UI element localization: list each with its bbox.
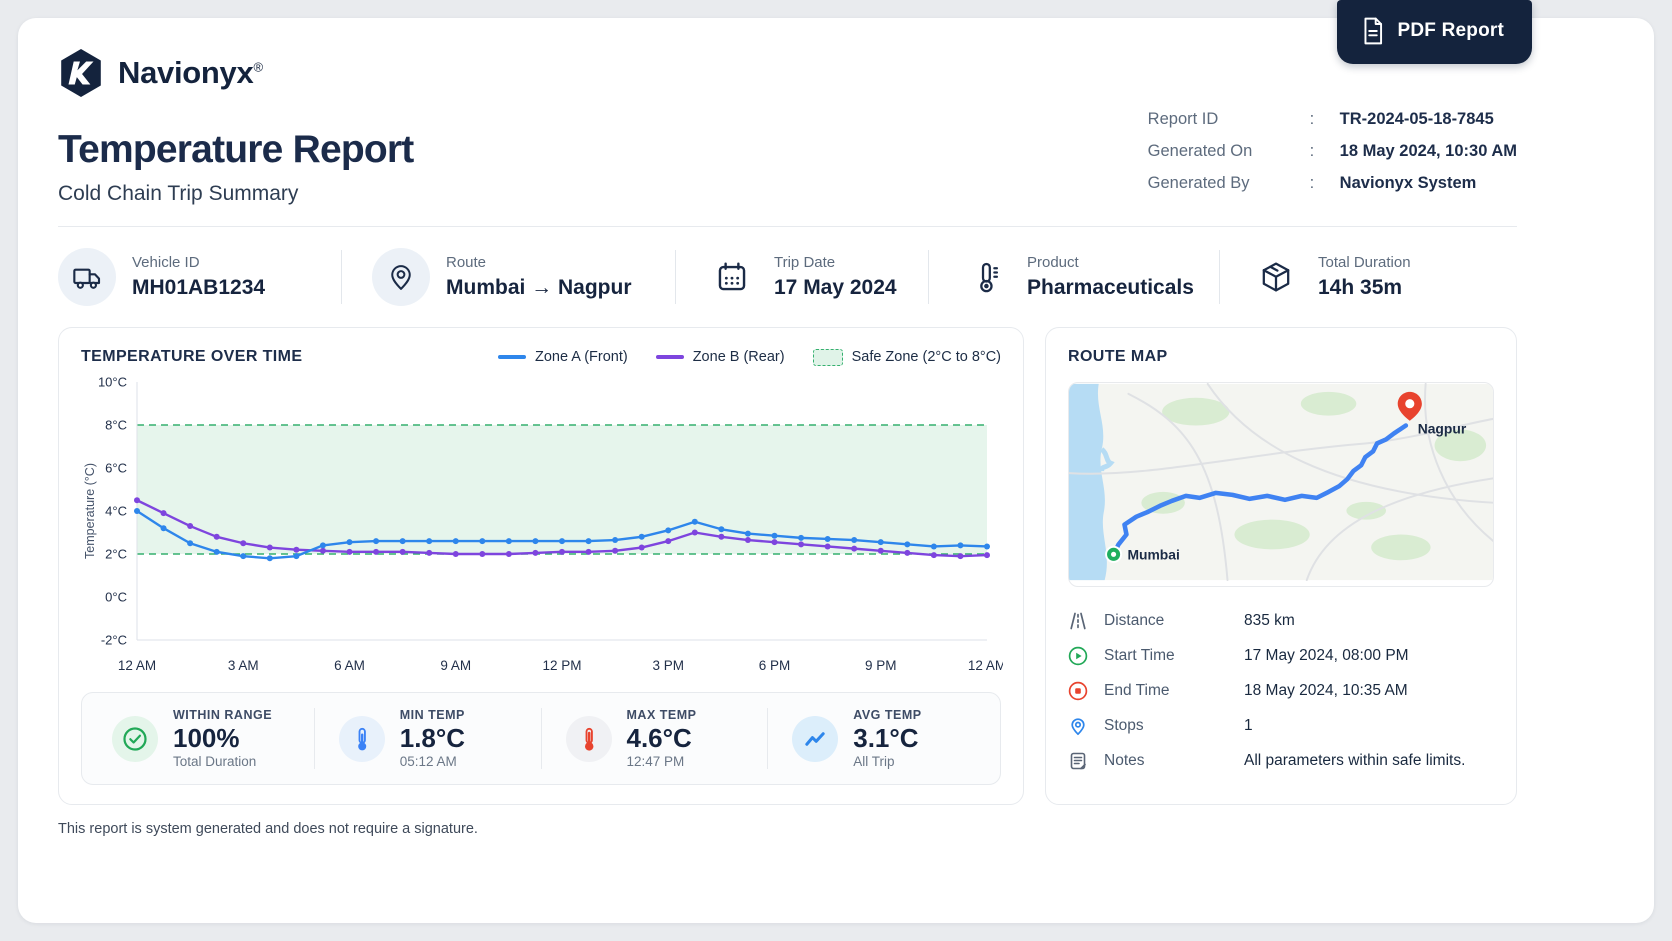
trip-info-vehicle: Vehicle ID MH01AB1234 bbox=[58, 248, 341, 306]
footer-disclaimer: This report is system generated and does… bbox=[58, 821, 478, 837]
play-circle-icon bbox=[1068, 646, 1088, 665]
detail-end-time: End Time 18 May 2024, 10:35 AM bbox=[1068, 673, 1494, 708]
route-value: Mumbai → Nagpur bbox=[446, 276, 632, 299]
meta-row-generated-by: Generated By : Navionyx System bbox=[1147, 174, 1477, 192]
product-value: Pharmaceuticals bbox=[1027, 276, 1194, 299]
safe-zone-swatch bbox=[812, 348, 843, 366]
detail-distance: Distance 835 km bbox=[1068, 603, 1494, 638]
zone-b-swatch bbox=[655, 355, 684, 359]
generated-on-value: 18 May 2024, 10:30 AM bbox=[1339, 142, 1517, 160]
report-header: Navionyx® Temperature Report Cold Chain … bbox=[58, 48, 1517, 226]
route-map-panel: ROUTE MAP Mumbai Nagpur Distance 835 km … bbox=[1045, 327, 1517, 805]
report-page: Navionyx® Temperature Report Cold Chain … bbox=[18, 18, 1654, 923]
min-temp-value: 1.8°C bbox=[399, 723, 466, 753]
package-icon bbox=[1262, 262, 1290, 292]
pdf-report-label: PDF Report bbox=[1397, 20, 1504, 41]
meta-row-report-id: Report ID : TR-2024-05-18-7845 bbox=[1147, 110, 1494, 128]
map-pin-icon bbox=[391, 265, 411, 290]
generated-by-value: Navionyx System bbox=[1339, 174, 1477, 192]
pin-icon bbox=[1071, 717, 1085, 735]
report-id-value: TR-2024-05-18-7845 bbox=[1339, 110, 1494, 128]
trip-info-route: Route Mumbai → Nagpur bbox=[342, 248, 675, 306]
stat-max-temp: MAX TEMP 4.6°C 12:47 PM bbox=[540, 708, 768, 770]
svg-text:10°C: 10°C bbox=[98, 375, 127, 390]
map-start-label: Mumbai bbox=[1127, 546, 1179, 562]
trip-info-duration: Total Duration 14h 35m bbox=[1220, 251, 1470, 303]
total-duration-value: 14h 35m bbox=[1318, 276, 1403, 299]
page-title: Temperature Report bbox=[58, 128, 414, 171]
thermometer-cold-icon bbox=[357, 727, 366, 750]
stop-circle-icon bbox=[1068, 681, 1088, 700]
start-dot-icon bbox=[1105, 545, 1123, 563]
stat-avg-temp: AVG TEMP 3.1°C All Trip bbox=[767, 708, 994, 770]
stat-within-range: WITHIN RANGE 100% Total Duration bbox=[88, 708, 314, 769]
svg-text:-2°C: -2°C bbox=[101, 633, 127, 648]
trip-info-bar: Vehicle ID MH01AB1234 Route Mumbai → Nag… bbox=[58, 227, 1517, 327]
svg-text:4°C: 4°C bbox=[105, 504, 127, 519]
brand: Navionyx® bbox=[58, 48, 413, 98]
legend-safe-zone[interactable]: Safe Zone (2°C to 8°C) bbox=[812, 348, 1001, 366]
route-map-image: Mumbai Nagpur bbox=[1069, 383, 1493, 582]
svg-text:3 AM: 3 AM bbox=[228, 658, 259, 673]
svg-text:2°C: 2°C bbox=[105, 547, 127, 562]
svg-text:9 PM: 9 PM bbox=[865, 658, 897, 673]
detail-stops: Stops 1 bbox=[1068, 708, 1494, 743]
svg-text:6 AM: 6 AM bbox=[334, 658, 365, 673]
trip-info-product: Product Pharmaceuticals bbox=[929, 251, 1219, 303]
vehicle-id-value: MH01AB1234 bbox=[132, 276, 266, 299]
brand-name: Navionyx® bbox=[118, 55, 263, 90]
road-icon bbox=[1070, 612, 1086, 629]
notes-icon bbox=[1070, 752, 1086, 769]
temperature-line-chart: 10°C 8°C 6°C 4°C 2°C 0°C -2°C Temperature (°C) 1… bbox=[83, 375, 1003, 674]
chart-title: TEMPERATURE OVER TIME bbox=[81, 348, 303, 365]
chart-legend: Zone A (Front) Zone B (Rear) Safe Zone (… bbox=[498, 348, 1001, 366]
registered-mark: ® bbox=[253, 59, 263, 75]
svg-text:9 AM: 9 AM bbox=[440, 658, 471, 673]
pdf-report-button[interactable]: PDF Report bbox=[1336, 0, 1532, 64]
trip-info-date: Trip Date 17 May 2024 bbox=[676, 251, 928, 303]
distance-value: 835 km bbox=[1244, 611, 1295, 629]
meta-row-generated-on: Generated On : 18 May 2024, 10:30 AM bbox=[1147, 142, 1517, 160]
stops-value: 1 bbox=[1244, 716, 1253, 734]
route-map-title: ROUTE MAP bbox=[1068, 348, 1168, 365]
pdf-document-icon bbox=[1363, 17, 1382, 45]
page-subtitle: Cold Chain Trip Summary bbox=[58, 182, 299, 205]
map-end-label: Nagpur bbox=[1418, 420, 1467, 436]
svg-text:0°C: 0°C bbox=[105, 590, 127, 605]
zone-a-swatch bbox=[498, 355, 527, 359]
start-time-value: 17 May 2024, 08:00 PM bbox=[1244, 646, 1409, 664]
max-temp-value: 4.6°C bbox=[626, 723, 692, 753]
navionyx-logo-icon bbox=[61, 49, 101, 97]
trip-stats-bar: WITHIN RANGE 100% Total Duration MIN TEM… bbox=[81, 692, 1001, 786]
route-details: Distance 835 km Start Time 17 May 2024, … bbox=[1068, 603, 1494, 778]
check-circle-icon bbox=[123, 726, 147, 751]
legend-zone-b[interactable]: Zone B (Rear) bbox=[655, 349, 785, 365]
end-time-value: 18 May 2024, 10:35 AM bbox=[1244, 681, 1408, 699]
svg-text:12 PM: 12 PM bbox=[542, 658, 581, 673]
detail-start-time: Start Time 17 May 2024, 08:00 PM bbox=[1068, 638, 1494, 673]
svg-text:3 PM: 3 PM bbox=[652, 658, 684, 673]
temperature-chart-panel: TEMPERATURE OVER TIME Zone A (Front) Zon… bbox=[58, 327, 1024, 805]
stat-min-temp: MIN TEMP 1.8°C 05:12 AM bbox=[313, 708, 541, 770]
trip-date-value: 17 May 2024 bbox=[774, 276, 897, 299]
route-map: Mumbai Nagpur bbox=[1068, 382, 1494, 587]
within-range-value: 100% bbox=[173, 723, 240, 753]
legend-zone-a[interactable]: Zone A (Front) bbox=[498, 349, 628, 365]
truck-icon bbox=[73, 268, 101, 289]
svg-text:6°C: 6°C bbox=[105, 461, 127, 476]
svg-text:12 AM: 12 AM bbox=[968, 658, 1003, 673]
svg-text:12 AM: 12 AM bbox=[118, 658, 156, 673]
notes-value: All parameters within safe limits. bbox=[1244, 751, 1466, 769]
svg-text:Temperature (°C): Temperature (°C) bbox=[83, 463, 97, 559]
svg-text:6 PM: 6 PM bbox=[759, 658, 791, 673]
calendar-icon bbox=[718, 262, 746, 291]
thermometer-icon bbox=[980, 262, 999, 293]
svg-text:8°C: 8°C bbox=[105, 418, 127, 433]
trend-line-icon bbox=[805, 731, 825, 746]
avg-temp-value: 3.1°C bbox=[853, 723, 919, 753]
report-meta: Report ID : TR-2024-05-18-7845 Generated… bbox=[1148, 110, 1517, 226]
detail-notes: Notes All parameters within safe limits. bbox=[1068, 743, 1494, 778]
thermometer-hot-icon bbox=[584, 727, 593, 751]
